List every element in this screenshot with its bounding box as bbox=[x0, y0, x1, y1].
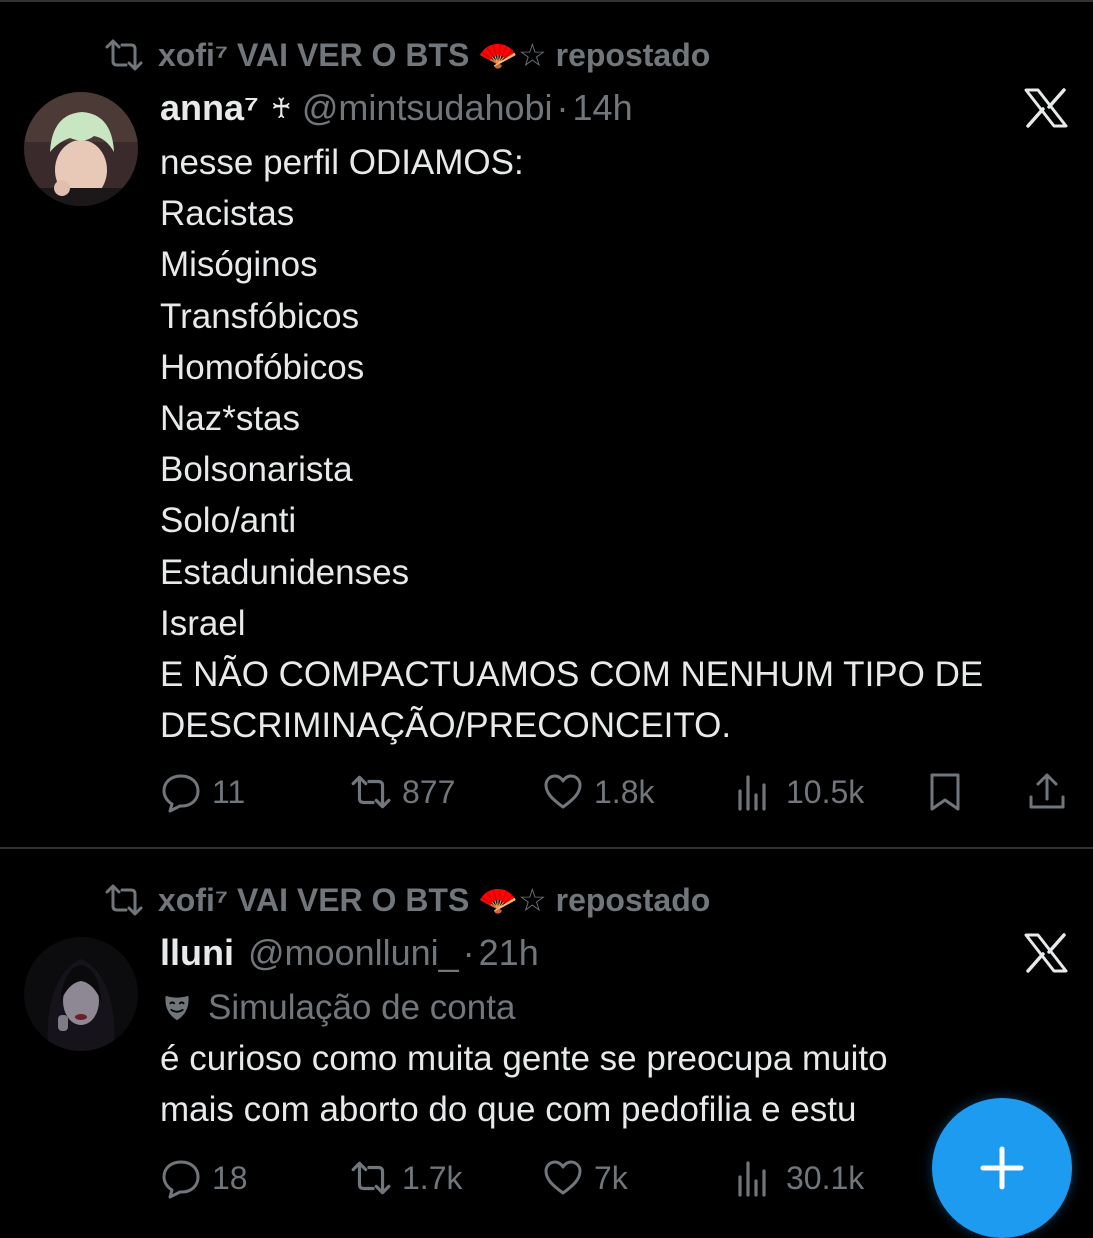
author-badge: ♰ bbox=[270, 92, 292, 124]
tweet-header: anna⁷ ♰ @mintsudahobi · 14h bbox=[160, 86, 633, 130]
bookmark-icon bbox=[930, 773, 960, 811]
author-handle[interactable]: @mintsudahobi bbox=[302, 87, 553, 129]
repost-count: 1.7k bbox=[402, 1159, 463, 1196]
theater-mask-icon bbox=[165, 995, 189, 1021]
views-button[interactable]: 30.1k bbox=[734, 1156, 864, 1200]
repost-icon bbox=[105, 884, 143, 916]
x-logo-icon[interactable] bbox=[1024, 88, 1068, 128]
avatar[interactable] bbox=[24, 92, 138, 206]
reply-count: 11 bbox=[212, 773, 246, 810]
x-logo-icon[interactable] bbox=[1024, 933, 1068, 973]
like-button[interactable]: 7k bbox=[542, 1156, 628, 1200]
repost-button[interactable]: 1.7k bbox=[350, 1156, 462, 1200]
views-button[interactable]: 10.5k bbox=[734, 770, 864, 814]
compose-button[interactable] bbox=[932, 1098, 1072, 1238]
avatar[interactable] bbox=[24, 937, 138, 1051]
reply-icon bbox=[162, 774, 200, 813]
repost-indicator[interactable]: xofi⁷ VAI VER O BTS 🪭☆ repostado bbox=[104, 35, 710, 75]
reply-icon bbox=[162, 1160, 200, 1199]
share-button[interactable] bbox=[1026, 770, 1068, 814]
views-count: 30.1k bbox=[786, 1159, 865, 1196]
timestamp[interactable]: 21h bbox=[479, 932, 539, 974]
separator: · bbox=[556, 87, 569, 128]
like-button[interactable]: 1.8k bbox=[542, 770, 654, 814]
like-count: 1.8k bbox=[594, 773, 655, 810]
bookmark-button[interactable] bbox=[924, 770, 966, 814]
like-count: 7k bbox=[594, 1159, 628, 1196]
author-handle[interactable]: @moonlluni_ bbox=[248, 932, 459, 974]
reply-button[interactable]: 18 bbox=[160, 1156, 248, 1200]
repost-icon bbox=[351, 1161, 391, 1195]
repost-count: 877 bbox=[402, 773, 456, 810]
author-name[interactable]: anna⁷ bbox=[160, 87, 259, 129]
views-icon bbox=[738, 775, 766, 811]
simulation-label-text: Simulação de conta bbox=[208, 988, 516, 1027]
heart-icon bbox=[544, 1160, 582, 1195]
views-count: 10.5k bbox=[786, 773, 865, 810]
author-name[interactable]: lluni bbox=[160, 932, 234, 974]
reply-button[interactable]: 11 bbox=[160, 770, 245, 814]
repost-indicator[interactable]: xofi⁷ VAI VER O BTS 🪭☆ repostado bbox=[104, 880, 710, 920]
top-border bbox=[0, 0, 1093, 2]
heart-icon bbox=[544, 774, 582, 809]
divider bbox=[0, 847, 1093, 849]
tweet-header: lluni @moonlluni_ · 21h bbox=[160, 931, 539, 975]
repost-icon bbox=[105, 39, 143, 71]
repost-button[interactable]: 877 bbox=[350, 770, 455, 814]
timestamp[interactable]: 14h bbox=[573, 87, 633, 129]
plus-icon bbox=[980, 1146, 1024, 1190]
repost-text: xofi⁷ VAI VER O BTS 🪭☆ repostado bbox=[158, 37, 711, 73]
repost-text: xofi⁷ VAI VER O BTS 🪭☆ repostado bbox=[158, 882, 711, 918]
tweet-text: nesse perfil ODIAMOS: Racistas Misóginos… bbox=[160, 143, 984, 746]
separator: · bbox=[462, 932, 475, 973]
repost-icon bbox=[351, 775, 391, 809]
account-simulation-label[interactable]: Simulação de conta bbox=[160, 986, 515, 1030]
reply-count: 18 bbox=[212, 1159, 248, 1196]
tweet-actions: 11 877 1.8k 10.5k bbox=[160, 770, 1070, 814]
views-icon bbox=[738, 1161, 766, 1197]
share-icon bbox=[1029, 773, 1065, 809]
tweet-text: é curioso como muita gente se preocupa m… bbox=[160, 1039, 888, 1130]
